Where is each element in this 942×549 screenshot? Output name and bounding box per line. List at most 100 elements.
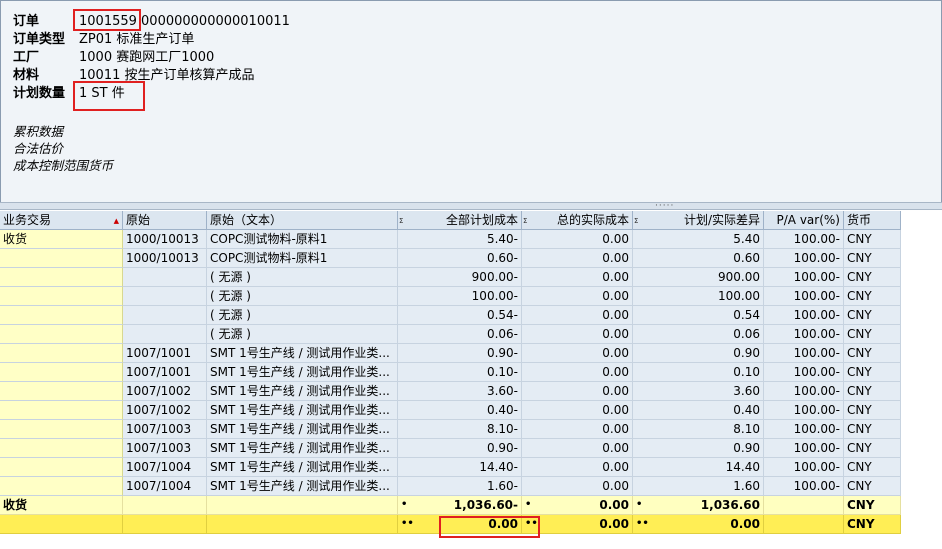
cell-origin[interactable]: 1007/1004 [123,458,207,477]
col-header-pa-var[interactable]: P/A var(%) [764,211,844,230]
splitter-grip-icon[interactable]: ····· [655,202,674,211]
table-row[interactable]: 1007/1004 SMT 1号生产线 / 测试用作业类... 1.60- 0.00 1… [0,477,901,496]
cell-transaction[interactable] [0,477,123,496]
cell-origin-text[interactable]: ( 无源 ) [207,325,398,344]
cell-currency[interactable]: CNY [844,325,901,344]
table-row[interactable]: ( 无源 ) 100.00- 0.00 100.00 100.00- CNY [0,287,901,306]
cell-origin-text[interactable]: COPC测试物料-原料1 [207,249,398,268]
cell-origin-text[interactable]: SMT 1号生产线 / 测试用作业类... [207,439,398,458]
cell-plan-cost[interactable]: 0.90- [398,439,522,458]
cell-currency[interactable]: CNY [844,268,901,287]
cell-origin-text[interactable]: SMT 1号生产线 / 测试用作业类... [207,401,398,420]
cell-actual-cost[interactable]: 0.00 [522,363,633,382]
cell-variance[interactable]: 900.00 [633,268,764,287]
cell-pa-var[interactable]: 100.00- [764,230,844,249]
cell-variance[interactable]: 0.40 [633,401,764,420]
cell-origin-text[interactable]: SMT 1号生产线 / 测试用作业类... [207,344,398,363]
cell-pa-var[interactable]: 100.00- [764,363,844,382]
cell-variance[interactable]: 0.10 [633,363,764,382]
cell-origin[interactable]: 1007/1004 [123,477,207,496]
table-row[interactable]: ( 无源 ) 0.54- 0.00 0.54 100.00- CNY [0,306,901,325]
cell-currency[interactable]: CNY [844,363,901,382]
cell-transaction[interactable] [0,287,123,306]
cell-pa-var[interactable]: 100.00- [764,382,844,401]
cell-actual-cost[interactable]: 0.00 [522,439,633,458]
table-row[interactable]: 收货 1000/10013 COPC测试物料-原料1 5.40- 0.00 5.40 100… [0,230,901,249]
cell-transaction[interactable] [0,439,123,458]
cell-transaction[interactable] [0,268,123,287]
cell-currency[interactable]: CNY [844,458,901,477]
cell-transaction[interactable] [0,458,123,477]
cell-plan-cost[interactable]: 1.60- [398,477,522,496]
cell-actual-cost[interactable]: 0.00 [522,344,633,363]
cell-transaction[interactable] [0,382,123,401]
cell-variance[interactable]: 3.60 [633,382,764,401]
subtotal-row[interactable]: 收货 • 1,036.60- • 0.00 • 1,036.60 CNY [0,496,901,515]
cell-origin-text[interactable]: SMT 1号生产线 / 测试用作业类... [207,458,398,477]
cell-variance[interactable]: 0.54 [633,306,764,325]
cell-origin[interactable]: 1000/10013 [123,230,207,249]
col-header-origin[interactable]: 原始 [123,211,207,230]
cell-variance[interactable]: 5.40 [633,230,764,249]
cell-plan-cost[interactable]: 8.10- [398,420,522,439]
cell-variance[interactable]: 0.90 [633,344,764,363]
cell-actual-cost[interactable]: 0.00 [522,382,633,401]
cell-currency[interactable]: CNY [844,344,901,363]
cell-actual-cost[interactable]: 0.00 [522,268,633,287]
cell-origin-text[interactable]: ( 无源 ) [207,287,398,306]
cell-variance[interactable]: 0.60 [633,249,764,268]
table-row[interactable]: 1007/1003 SMT 1号生产线 / 测试用作业类... 8.10- 0.00 8… [0,420,901,439]
cell-transaction[interactable] [0,249,123,268]
cell-pa-var[interactable]: 100.00- [764,268,844,287]
cell-origin-text[interactable]: SMT 1号生产线 / 测试用作业类... [207,382,398,401]
cell-currency[interactable]: CNY [844,230,901,249]
cell-actual-cost[interactable]: 0.00 [522,306,633,325]
cell-origin[interactable]: 1007/1002 [123,382,207,401]
cell-pa-var[interactable]: 100.00- [764,287,844,306]
cell-plan-cost[interactable]: 0.90- [398,344,522,363]
panel-splitter[interactable]: ····· [0,202,942,211]
col-header-plan[interactable]: Σ 全部计划成本 [398,211,522,230]
cell-plan-cost[interactable]: 900.00- [398,268,522,287]
table-row[interactable]: ( 无源 ) 900.00- 0.00 900.00 100.00- CNY [0,268,901,287]
cell-actual-cost[interactable]: 0.00 [522,458,633,477]
cell-transaction[interactable] [0,420,123,439]
cell-variance[interactable]: 100.00 [633,287,764,306]
col-header-currency[interactable]: 货币 [844,211,901,230]
cell-actual-cost[interactable]: 0.00 [522,230,633,249]
col-header-actual[interactable]: Σ 总的实际成本 [522,211,633,230]
cell-transaction[interactable] [0,344,123,363]
table-row[interactable]: 1007/1001 SMT 1号生产线 / 测试用作业类... 0.10- 0.00 0… [0,363,901,382]
table-row[interactable]: 1007/1002 SMT 1号生产线 / 测试用作业类... 3.60- 0.00 3… [0,382,901,401]
cell-actual-cost[interactable]: 0.00 [522,325,633,344]
cell-origin[interactable]: 1007/1003 [123,420,207,439]
cell-variance[interactable]: 0.90 [633,439,764,458]
cell-transaction[interactable]: 收货 [0,230,123,249]
table-row[interactable]: ( 无源 ) 0.06- 0.00 0.06 100.00- CNY [0,325,901,344]
cell-pa-var[interactable]: 100.00- [764,420,844,439]
table-row[interactable]: 1007/1003 SMT 1号生产线 / 测试用作业类... 0.90- 0.00 0… [0,439,901,458]
cell-currency[interactable]: CNY [844,249,901,268]
cell-origin-text[interactable]: ( 无源 ) [207,306,398,325]
cell-variance[interactable]: 8.10 [633,420,764,439]
cell-origin[interactable] [123,325,207,344]
cell-origin-text[interactable]: SMT 1号生产线 / 测试用作业类... [207,420,398,439]
cell-variance[interactable]: 0.06 [633,325,764,344]
cell-origin[interactable] [123,287,207,306]
cell-transaction[interactable] [0,363,123,382]
col-header-origin-text[interactable]: 原始（文本） [207,211,398,230]
cell-transaction[interactable] [0,401,123,420]
cell-origin-text[interactable]: ( 无源 ) [207,268,398,287]
cell-actual-cost[interactable]: 0.00 [522,287,633,306]
cell-variance[interactable]: 14.40 [633,458,764,477]
cell-origin[interactable]: 1007/1003 [123,439,207,458]
cell-currency[interactable]: CNY [844,401,901,420]
col-header-txn[interactable]: 业务交易 ▲ [0,211,123,230]
cell-origin-text[interactable]: SMT 1号生产线 / 测试用作业类... [207,477,398,496]
cell-currency[interactable]: CNY [844,382,901,401]
cell-plan-cost[interactable]: 0.60- [398,249,522,268]
cell-origin[interactable]: 1000/10013 [123,249,207,268]
table-row[interactable]: 1007/1001 SMT 1号生产线 / 测试用作业类... 0.90- 0.00 0… [0,344,901,363]
cell-origin[interactable] [123,306,207,325]
cell-plan-cost[interactable]: 0.54- [398,306,522,325]
